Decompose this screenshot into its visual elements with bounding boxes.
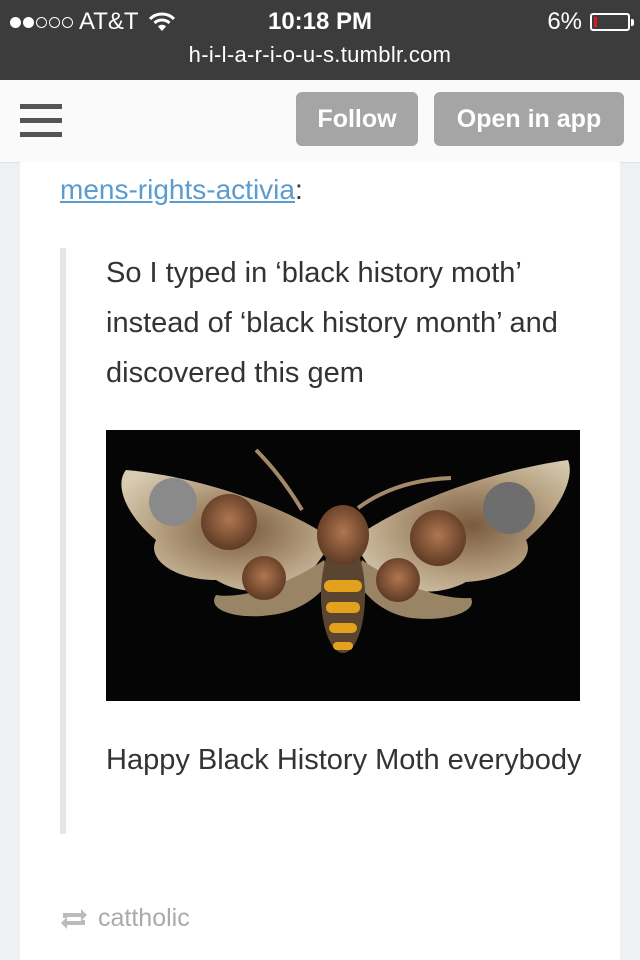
quote-text: So I typed in ‘black history moth’ inste… xyxy=(106,257,558,389)
blockquote-border xyxy=(60,248,66,834)
reblog-info: cattholic xyxy=(60,904,190,933)
tumblr-header: Follow Open in app xyxy=(0,80,640,163)
reblogged-by-user[interactable]: cattholic xyxy=(98,904,190,933)
open-in-app-button[interactable]: Open in app xyxy=(434,92,624,146)
post-source: mens-rights-activia: xyxy=(60,174,303,206)
battery-icon xyxy=(590,13,634,31)
moth-image[interactable] xyxy=(106,430,580,701)
clock: 10:18 PM xyxy=(267,8,373,35)
post-card: mens-rights-activia: So I typed in ‘blac… xyxy=(20,162,620,960)
menu-icon[interactable] xyxy=(20,104,62,140)
source-colon: : xyxy=(294,174,303,205)
source-user-link[interactable]: mens-rights-activia xyxy=(60,174,295,205)
post-caption: Happy Black History Moth everybody xyxy=(106,744,582,776)
reblog-icon xyxy=(61,908,87,929)
battery-percent: 6% xyxy=(547,8,582,35)
follow-button[interactable]: Follow xyxy=(296,92,418,146)
address-bar-url[interactable]: h-i-l-a-r-i-o-u-s.tumblr.com xyxy=(0,42,640,68)
status-bar: AT&T 10:18 PM 6% h-i-l-a-r-i-o-u-s.tumbl… xyxy=(0,0,640,80)
battery-status: 6% xyxy=(547,8,634,36)
